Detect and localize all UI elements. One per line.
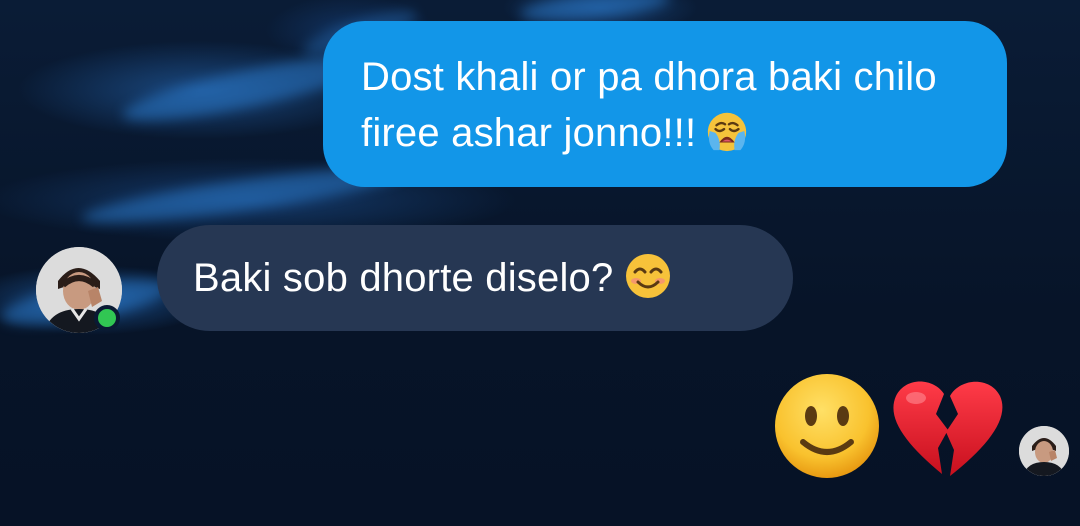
outgoing-message-bubble[interactable]: Dost khali or pa dhora baki chilo firee … (323, 21, 1007, 187)
message-text: Baki sob dhorte diselo? (193, 256, 614, 300)
message-text: Dost khali or pa dhora baki chilo firee … (361, 55, 937, 155)
slightly-smiling-face-emoji-icon[interactable] (773, 372, 881, 480)
online-status-icon (94, 305, 120, 331)
crying-face-emoji-icon (704, 108, 750, 154)
incoming-message-bubble[interactable]: Baki sob dhorte diselo? (157, 225, 793, 331)
broken-heart-emoji-icon[interactable] (888, 374, 1006, 482)
smiling-face-emoji-icon (623, 251, 673, 301)
seen-by-avatar (1019, 426, 1069, 476)
